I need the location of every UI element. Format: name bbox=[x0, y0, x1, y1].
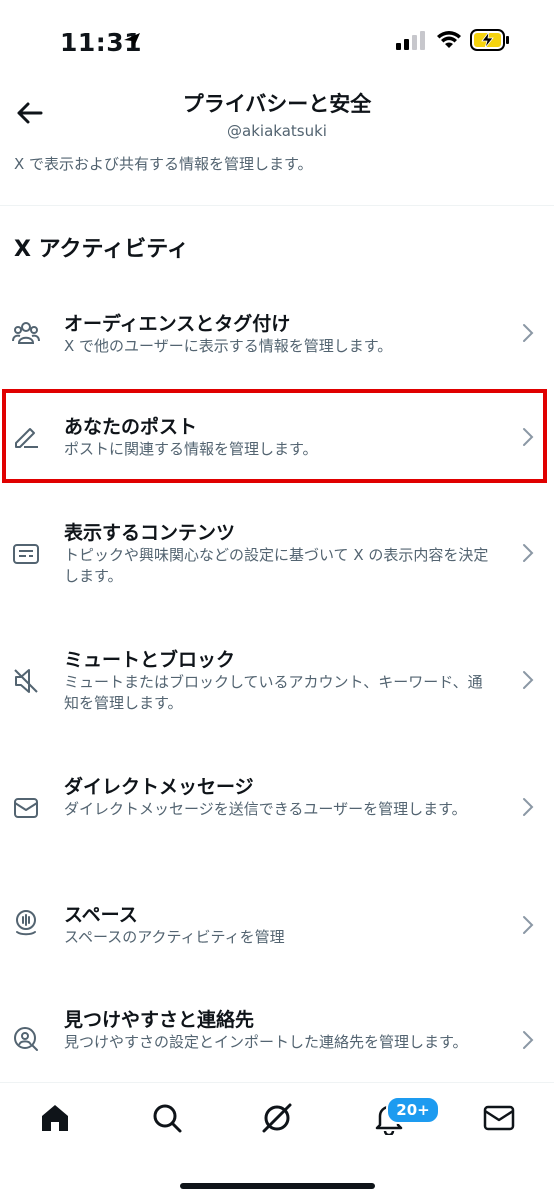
settings-item-direct-messages[interactable]: ダイレクトメッセージ ダイレクトメッセージを送信できるユーザーを管理します。 bbox=[0, 752, 554, 870]
chevron-right-icon bbox=[523, 1031, 534, 1049]
battery-charging-icon bbox=[470, 29, 509, 51]
settings-item-description: トピックや興味関心などの設定に基づいて X の表示内容を決定します。 bbox=[64, 546, 489, 585]
bottom-tab-bar: 20+ bbox=[0, 1082, 554, 1201]
chevron-right-icon bbox=[523, 671, 534, 689]
home-icon[interactable] bbox=[38, 1101, 72, 1135]
settings-item-title: ダイレクトメッセージ bbox=[64, 776, 254, 798]
people-icon bbox=[12, 322, 40, 344]
account-handle: @akiakatsuki bbox=[227, 122, 327, 140]
section-heading: X アクティビティ bbox=[14, 237, 189, 262]
settings-item-title: オーディエンスとタグ付け bbox=[64, 313, 291, 335]
settings-item-title: 見つけやすさと連絡先 bbox=[64, 1009, 255, 1031]
mute-icon bbox=[14, 669, 38, 693]
settings-item-discoverability-contacts[interactable]: 見つけやすさと連絡先 見つけやすさの設定とインポートした連絡先を管理します。 bbox=[0, 985, 554, 1080]
chevron-right-icon bbox=[523, 544, 534, 562]
settings-item-description: スペースのアクティビティを管理 bbox=[64, 928, 285, 946]
settings-item-description: 見つけやすさの設定とインポートした連絡先を管理します。 bbox=[64, 1033, 468, 1051]
settings-item-audience-tagging[interactable]: オーディエンスとタグ付け X で他のユーザーに表示する情報を管理します。 bbox=[0, 295, 554, 385]
highlight-box bbox=[2, 389, 547, 483]
settings-item-spaces[interactable]: スペース スペースのアクティビティを管理 bbox=[0, 880, 554, 970]
chevron-right-icon bbox=[523, 916, 534, 934]
chevron-right-icon bbox=[523, 798, 534, 816]
settings-item-mute-block[interactable]: ミュートとブロック ミュートまたはブロックしているアカウント、キーワード、通知を… bbox=[0, 625, 554, 743]
wifi-icon bbox=[437, 31, 461, 48]
settings-item-description: X で他のユーザーに表示する情報を管理します。 bbox=[64, 337, 393, 355]
cellular-signal-icon bbox=[396, 31, 425, 50]
settings-item-content-you-see[interactable]: 表示するコンテンツ トピックや興味関心などの設定に基づいて X の表示内容を決定… bbox=[0, 498, 554, 616]
person-search-icon bbox=[14, 1027, 38, 1051]
header-divider bbox=[0, 205, 554, 206]
page-description: X で表示および共有する情報を管理します。 bbox=[14, 155, 313, 173]
settings-item-title: 表示するコンテンツ bbox=[64, 522, 236, 544]
chevron-right-icon bbox=[523, 324, 534, 342]
envelope-tab-icon[interactable] bbox=[482, 1101, 516, 1135]
envelope-icon bbox=[14, 798, 38, 818]
settings-item-title: スペース bbox=[64, 904, 138, 926]
home-indicator bbox=[180, 1183, 375, 1189]
location-arrow-icon bbox=[124, 33, 140, 49]
settings-item-title: ミュートとブロック bbox=[64, 649, 236, 671]
page-title: プライバシーと安全 bbox=[182, 92, 372, 116]
search-icon[interactable] bbox=[150, 1101, 184, 1135]
content-card-icon bbox=[13, 544, 39, 564]
grok-icon[interactable] bbox=[260, 1101, 294, 1135]
settings-item-description: ミュートまたはブロックしているアカウント、キーワード、通知を管理します。 bbox=[64, 673, 483, 712]
spaces-icon bbox=[16, 910, 36, 936]
settings-item-description: ダイレクトメッセージを送信できるユーザーを管理します。 bbox=[64, 800, 467, 818]
notifications-badge: 20+ bbox=[386, 1096, 440, 1124]
